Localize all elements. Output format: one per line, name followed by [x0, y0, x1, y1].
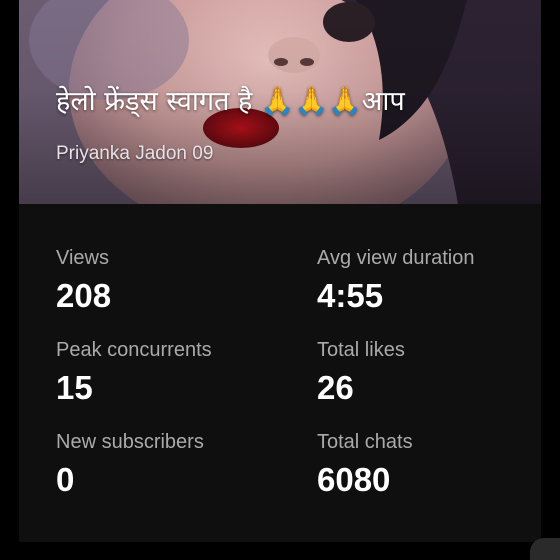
stat-label: Peak concurrents	[56, 339, 212, 361]
stat-value: 6080	[317, 461, 391, 498]
stat-value: 15	[56, 369, 93, 406]
stream-analytics-screen: हेलो फ्रेंड्स स्वागत है 🙏🙏🙏आप Priyanka J…	[0, 0, 560, 560]
stat-new-subscribers: New subscribers 0	[56, 430, 276, 500]
stat-label: Views	[56, 247, 109, 269]
stat-label: Avg view duration	[317, 247, 475, 269]
stat-value: 208	[56, 277, 112, 314]
stat-label: New subscribers	[56, 431, 204, 453]
stat-value: 0	[56, 461, 75, 498]
stream-stats-grid: Views 208 Avg view duration 4:55 Peak co…	[19, 204, 541, 542]
stat-label: Total chats	[317, 431, 413, 453]
stat-total-chats: Total chats 6080	[317, 430, 537, 500]
stat-label: Total likes	[317, 339, 405, 361]
stat-views: Views 208	[56, 246, 276, 316]
stat-value: 4:55	[317, 277, 384, 314]
corner-edge	[530, 538, 560, 560]
stream-summary-card: हेलो फ्रेंड्स स्वागत है 🙏🙏🙏आप Priyanka J…	[19, 0, 541, 542]
stat-avg-view-duration: Avg view duration 4:55	[317, 246, 537, 316]
stat-value: 26	[317, 369, 354, 406]
stat-total-likes: Total likes 26	[317, 338, 537, 408]
stat-peak-concurrents: Peak concurrents 15	[56, 338, 276, 408]
stream-thumbnail[interactable]: हेलो फ्रेंड्स स्वागत है 🙏🙏🙏आप Priyanka J…	[19, 0, 541, 204]
channel-name[interactable]: Priyanka Jadon 09	[56, 143, 213, 165]
stream-title: हेलो फ्रेंड्स स्वागत है 🙏🙏🙏आप	[56, 86, 405, 117]
